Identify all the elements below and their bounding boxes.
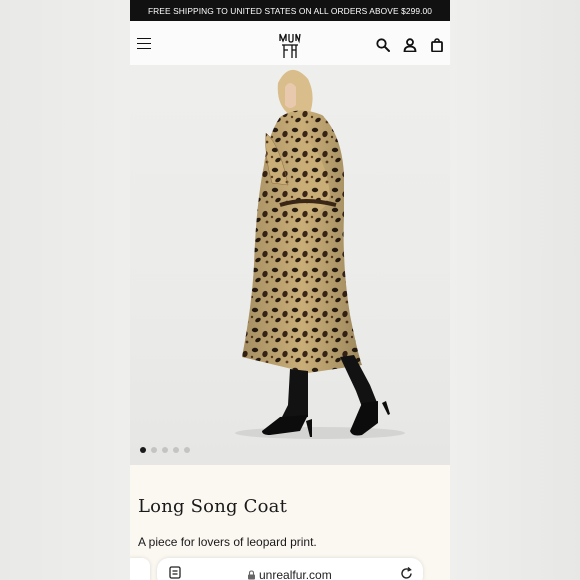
- gallery-dot-5[interactable]: [184, 447, 190, 453]
- phone-screen: FREE SHIPPING TO UNITED STATES ON ALL OR…: [130, 0, 450, 580]
- reload-icon[interactable]: [400, 567, 413, 580]
- gallery-dot-3[interactable]: [162, 447, 168, 453]
- hamburger-menu-icon[interactable]: [137, 38, 151, 50]
- product-image-gallery[interactable]: [130, 65, 450, 465]
- url-display[interactable]: unrealfur.com: [247, 568, 332, 580]
- url-field[interactable]: unrealfur.com: [157, 558, 423, 580]
- gallery-pagination: [140, 447, 190, 453]
- search-icon[interactable]: [376, 38, 390, 52]
- previous-tab-edge[interactable]: [130, 558, 150, 580]
- lock-icon: [248, 570, 255, 580]
- product-title: Long Song Coat: [138, 496, 288, 517]
- gallery-dot-2[interactable]: [151, 447, 157, 453]
- user-icon[interactable]: [403, 38, 417, 52]
- promo-banner[interactable]: FREE SHIPPING TO UNITED STATES ON ALL OR…: [130, 0, 450, 21]
- blurred-background-right: [450, 0, 580, 580]
- unreal-fur-logo[interactable]: [278, 32, 302, 60]
- shopping-bag-icon[interactable]: [430, 38, 444, 52]
- gallery-dot-4[interactable]: [173, 447, 179, 453]
- blurred-background-left: [0, 0, 130, 580]
- product-image: [235, 69, 405, 439]
- url-text: unrealfur.com: [259, 568, 332, 580]
- gallery-dot-1[interactable]: [140, 447, 146, 453]
- promo-text: FREE SHIPPING TO UNITED STATES ON ALL OR…: [147, 5, 433, 16]
- browser-address-bar: unrealfur.com: [130, 555, 450, 580]
- product-description: A piece for lovers of leopard print.: [138, 535, 317, 549]
- site-header: [130, 21, 450, 65]
- tabs-icon[interactable]: [169, 566, 181, 579]
